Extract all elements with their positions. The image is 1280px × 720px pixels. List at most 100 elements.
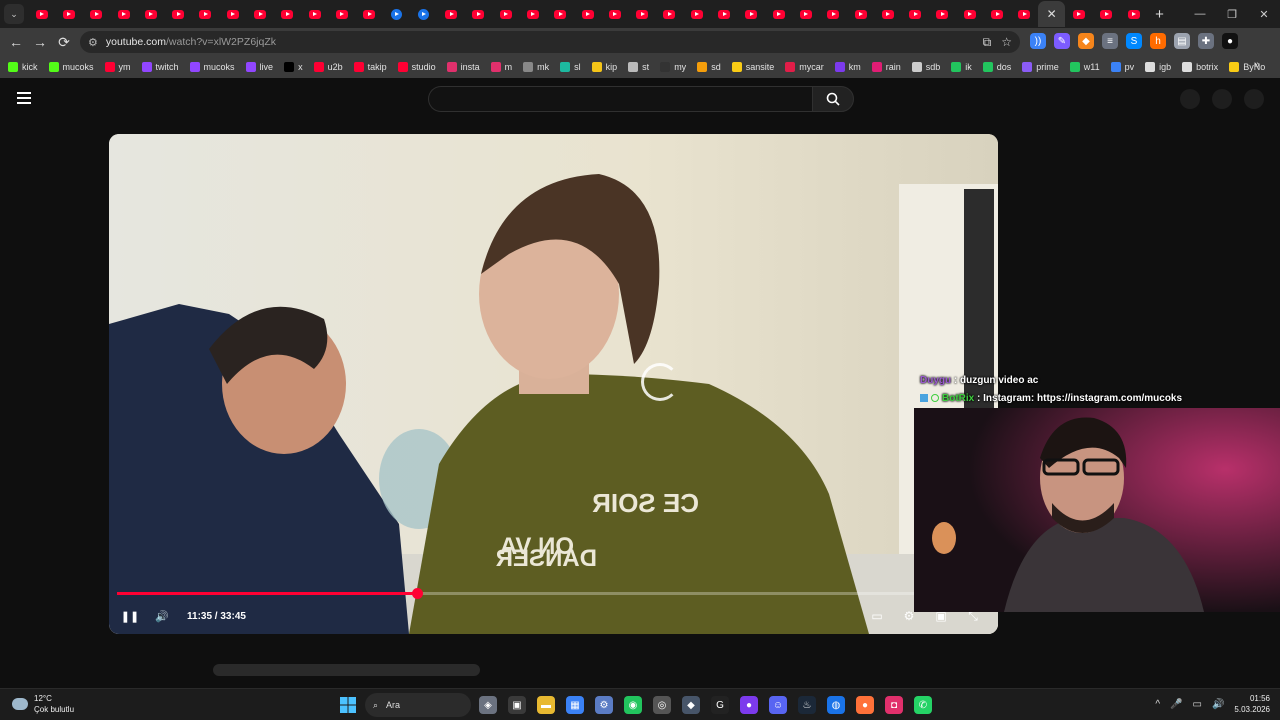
browser-tab[interactable] — [574, 1, 601, 27]
create-button[interactable] — [1180, 89, 1200, 109]
metamask-icon[interactable]: ◆ — [1078, 33, 1094, 49]
browser-tab[interactable] — [738, 1, 765, 27]
browser-tab[interactable] — [547, 1, 574, 27]
profile-icon[interactable]: ● — [1222, 33, 1238, 49]
store-icon[interactable]: ▦ — [563, 693, 587, 717]
menu-icon[interactable] — [17, 92, 31, 107]
browser-tab[interactable] — [601, 1, 628, 27]
bookmark-item[interactable]: studio — [397, 62, 436, 72]
bookmark-item[interactable]: km — [834, 62, 861, 72]
browser-tab[interactable] — [820, 1, 847, 27]
browser-tab[interactable] — [219, 1, 246, 27]
bookmark-item[interactable]: insta — [446, 62, 480, 72]
notifications-button[interactable] — [1212, 89, 1232, 109]
bookmark-item[interactable]: prime — [1022, 62, 1059, 72]
bookmark-item[interactable]: sd — [697, 62, 721, 72]
search-button[interactable] — [812, 86, 854, 112]
browser-tab[interactable] — [192, 1, 219, 27]
browser-tab[interactable] — [1011, 1, 1038, 27]
subtitles-button[interactable]: ▭ — [866, 605, 888, 627]
bookmark-item[interactable]: m — [490, 62, 512, 72]
site-info-icon[interactable]: ⚙ — [88, 36, 98, 49]
progress-bar[interactable] — [117, 588, 990, 599]
browser-tab[interactable] — [437, 1, 464, 27]
bookmark-item[interactable]: mucoks — [189, 62, 235, 72]
chrome-icon[interactable]: ◍ — [824, 693, 848, 717]
browser-tab[interactable] — [710, 1, 737, 27]
browser-tab[interactable] — [55, 1, 82, 27]
bookmark-item[interactable]: pv — [1110, 62, 1134, 72]
browser-tab[interactable] — [137, 1, 164, 27]
wallet-icon[interactable]: ▤ — [1174, 33, 1190, 49]
wallet-app-icon[interactable]: ◆ — [679, 693, 703, 717]
bookmark-star-icon[interactable]: ☆ — [1001, 35, 1012, 50]
new-tab-button[interactable]: + — [1155, 6, 1164, 23]
browser-tab[interactable] — [519, 1, 546, 27]
g-hub-icon[interactable]: G — [708, 693, 732, 717]
browser-tab[interactable] — [983, 1, 1010, 27]
discord-icon[interactable]: ☺ — [766, 693, 790, 717]
shazam-icon[interactable]: S — [1126, 33, 1142, 49]
browser-tab[interactable] — [356, 1, 383, 27]
address-bar[interactable]: ⚙ youtube.com/watch?v=xlW2PZ6jqZk ⧉ ☆ — [80, 31, 1020, 53]
start-button[interactable] — [336, 693, 360, 717]
bookmark-item[interactable]: rain — [871, 62, 901, 72]
taskbar-search[interactable]: ⌕ Ara — [365, 693, 471, 717]
bookmark-item[interactable]: twitch — [141, 62, 179, 72]
bookmark-item[interactable]: mycar — [785, 62, 824, 72]
bookmark-item[interactable]: x — [284, 62, 303, 72]
pause-button[interactable]: ❚❚ — [119, 605, 141, 627]
weather-widget[interactable]: 12°C Çok bulutlu — [12, 693, 74, 715]
video-player[interactable]: CE SOIR ON VA DANSER ❚❚ 🔊 11:35 / 33:45 … — [109, 134, 998, 634]
bookmark-item[interactable]: mucoks — [48, 62, 94, 72]
bookmark-item[interactable]: dos — [982, 62, 1011, 72]
browser-tab[interactable] — [110, 1, 137, 27]
widgets-icon[interactable]: ◈ — [476, 693, 500, 717]
close-window-button[interactable]: ✕ — [1248, 0, 1280, 28]
bookmark-item[interactable]: w11 — [1069, 62, 1100, 72]
browser-tab[interactable] — [328, 1, 355, 27]
browser-tab[interactable] — [1120, 1, 1147, 27]
show-hidden-icons-icon[interactable]: ^ — [1155, 699, 1160, 710]
search-input[interactable] — [428, 86, 812, 112]
steam-icon[interactable]: ♨ — [795, 693, 819, 717]
database-icon[interactable]: ≡ — [1102, 33, 1118, 49]
task-view-icon[interactable]: ▣ — [505, 693, 529, 717]
bookmark-item[interactable]: kick — [8, 62, 38, 72]
browser-tab[interactable] — [956, 1, 983, 27]
bookmark-item[interactable]: sansite — [731, 62, 774, 72]
browser-tab[interactable] — [656, 1, 683, 27]
reload-button[interactable]: ⟳ — [52, 34, 76, 51]
browser-tab[interactable] — [1065, 1, 1092, 27]
audio-wave-icon[interactable]: )) — [1030, 33, 1046, 49]
browser-tab[interactable] — [28, 1, 55, 27]
tab-search-button[interactable]: ⌄ — [4, 4, 24, 24]
browser-tab[interactable] — [274, 1, 301, 27]
whatsapp-icon[interactable]: ✆ — [911, 693, 935, 717]
browser-tab[interactable] — [492, 1, 519, 27]
bookmark-item[interactable]: igb — [1145, 62, 1171, 72]
bookmark-item[interactable]: ik — [951, 62, 972, 72]
bookmark-item[interactable]: u2b — [313, 62, 343, 72]
steelseries-icon[interactable]: ◎ — [650, 693, 674, 717]
settings-app-icon[interactable]: ⚙ — [592, 693, 616, 717]
browser-tab[interactable] — [465, 1, 492, 27]
minimize-button[interactable]: — — [1184, 0, 1216, 28]
browser-tab[interactable] — [383, 1, 410, 27]
browser-tab[interactable] — [765, 1, 792, 27]
install-app-icon[interactable]: ⧉ — [983, 35, 992, 50]
browser-tab[interactable] — [83, 1, 110, 27]
browser-tab[interactable] — [929, 1, 956, 27]
firefox-icon[interactable]: ● — [853, 693, 877, 717]
maximize-button[interactable]: ❐ — [1216, 0, 1248, 28]
back-button[interactable]: ← — [4, 34, 28, 50]
avatar[interactable] — [1244, 89, 1264, 109]
bookmark-item[interactable]: kip — [591, 62, 617, 72]
browser-tab[interactable] — [902, 1, 929, 27]
obs-icon[interactable]: ● — [737, 693, 761, 717]
volume-button[interactable]: 🔊 — [151, 605, 173, 627]
bookmark-item[interactable]: st — [628, 62, 649, 72]
browser-tab[interactable] — [683, 1, 710, 27]
bookmark-item[interactable]: mk — [523, 62, 549, 72]
bookmark-item[interactable]: ym — [104, 62, 131, 72]
